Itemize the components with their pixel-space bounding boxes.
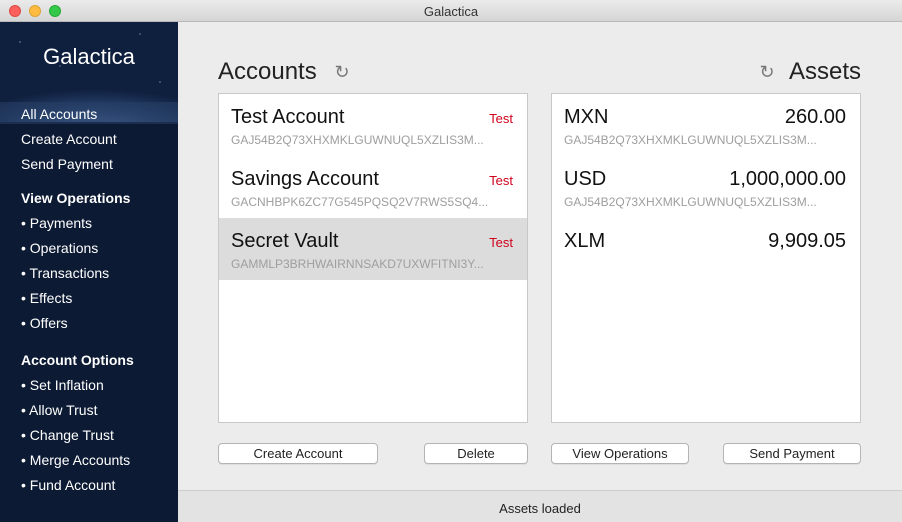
sidebar-item-payments[interactable]: • Payments [21,215,92,231]
account-name: Test Account [231,106,345,128]
network-tag: Test [489,111,513,126]
window-title: Galactica [423,4,479,19]
asset-code: MXN [564,106,609,128]
accounts-title: Accounts [218,58,317,85]
asset-amount: 260.00 [784,106,846,128]
assets-refresh-icon[interactable]: ↻ [758,63,776,81]
account-name: Secret Vault [231,230,339,252]
account-row[interactable]: Test Account Test GAJ54B2Q73XHXMKLGUWNUQ… [219,94,527,156]
sidebar-item-all-accounts[interactable]: All Accounts [21,106,97,122]
network-tag: Test [489,173,513,188]
sidebar-item-merge-accounts[interactable]: • Merge Accounts [21,452,130,468]
status-bar: Assets loaded [178,490,902,522]
asset-amount: 1,000,000.00 [729,168,846,190]
sidebar-item-fund-account[interactable]: • Fund Account [21,477,115,493]
sidebar-item-send-payment[interactable]: Send Payment [21,156,113,172]
network-tag: Test [489,235,513,250]
sidebar-item-offers[interactable]: • Offers [21,315,68,331]
sidebar-item-create-account[interactable]: Create Account [21,131,117,147]
account-row[interactable]: Savings Account Test GACNHBPK6ZC77G545PQ… [219,156,527,218]
sidebar-item-operations[interactable]: • Operations [21,240,98,256]
sidebar-heading-account-options: Account Options [21,352,134,368]
sidebar-item-set-inflation[interactable]: • Set Inflation [21,377,104,393]
delete-button[interactable]: Delete [424,443,528,464]
asset-code: XLM [564,230,606,252]
sidebar-item-effects[interactable]: • Effects [21,290,72,306]
assets-title: Assets [789,58,862,85]
app-logo-text: Galactica [43,44,135,69]
asset-row[interactable]: USD 1,000,000.00 GAJ54B2Q73XHXMKLGUWNUQL… [552,156,860,218]
asset-row[interactable]: MXN 260.00 GAJ54B2Q73XHXMKLGUWNUQL5XZLIS… [552,94,860,156]
sidebar-item-transactions[interactable]: • Transactions [21,265,109,281]
account-name: Savings Account [231,168,379,190]
status-text: Assets loaded [499,501,581,516]
asset-row[interactable]: XLM 9,909.05 [552,218,860,280]
sidebar-heading-view-operations: View Operations [21,190,131,206]
accounts-refresh-icon[interactable]: ↻ [333,63,351,81]
sidebar-item-change-trust[interactable]: • Change Trust [21,427,114,443]
account-address: GACNHBPK6ZC77G545PQSQ2V7RWS5SQ4... [231,195,489,209]
asset-code: USD [564,168,607,190]
accounts-list: Test Account Test GAJ54B2Q73XHXMKLGUWNUQ… [218,93,528,423]
asset-amount: 9,909.05 [768,230,846,252]
account-row-selected[interactable]: Secret Vault Test GAMMLP3BRHWAIRNNSAKD7U… [219,218,527,280]
account-address: GAJ54B2Q73XHXMKLGUWNUQL5XZLIS3M... [231,133,484,147]
title-bar: Galactica [0,0,902,22]
account-address: GAMMLP3BRHWAIRNNSAKD7UXWFITNI3Y... [231,257,484,271]
sidebar-item-allow-trust[interactable]: • Allow Trust [21,402,97,418]
asset-issuer: GAJ54B2Q73XHXMKLGUWNUQL5XZLIS3M... [564,133,817,147]
send-payment-button[interactable]: Send Payment [723,443,861,464]
assets-list: MXN 260.00 GAJ54B2Q73XHXMKLGUWNUQL5XZLIS… [551,93,861,423]
sidebar: Galactica All Accounts Create Account Se… [0,22,178,522]
asset-issuer: GAJ54B2Q73XHXMKLGUWNUQL5XZLIS3M... [564,195,817,209]
create-account-button[interactable]: Create Account [218,443,378,464]
view-operations-button[interactable]: View Operations [551,443,689,464]
